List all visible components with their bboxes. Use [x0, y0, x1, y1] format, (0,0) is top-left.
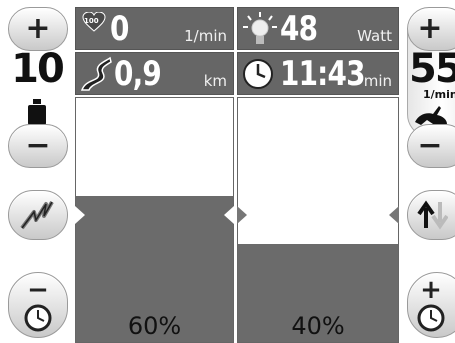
plus-icon: + [417, 11, 443, 46]
level-plus-button[interactable]: + [8, 7, 68, 51]
right-bar-marker-left [237, 206, 247, 224]
time-box: 11:43 min [237, 52, 399, 95]
power-box: 48 Watt [237, 7, 399, 50]
distance-value: 0,9 [114, 54, 162, 94]
heart-rate-unit: 1/min [184, 27, 227, 45]
right-bar-label: 40% [291, 312, 345, 340]
rabbit-icon [413, 102, 449, 126]
weight-icon [26, 99, 48, 127]
power-value: 48 [280, 9, 318, 49]
distance-box: 0,9 km [75, 52, 234, 95]
swap-arrows-icon [416, 200, 448, 230]
cadence-plus-button[interactable]: + [407, 7, 455, 51]
heart-badge: 100 [84, 17, 99, 25]
heart-rate-box: 100 0 1/min [75, 7, 234, 50]
left-bar-label: 60% [127, 312, 182, 340]
minus-icon: − [27, 275, 49, 305]
minus-icon: − [25, 128, 51, 163]
plus-icon: + [25, 11, 51, 46]
right-bar-marker-right [389, 206, 399, 224]
time-minus-button[interactable]: − [8, 272, 68, 338]
heart-rate-value: 0 [110, 9, 129, 49]
left-bar-marker-left [75, 206, 85, 224]
cadence-unit: 1/min [423, 88, 455, 101]
right-control-column: + 55 1/min − + [401, 0, 455, 343]
lightning-icon [20, 198, 56, 232]
minus-icon: − [417, 128, 443, 163]
program-mode-button[interactable] [8, 190, 68, 240]
lightbulb-icon [242, 11, 278, 47]
road-icon [80, 56, 112, 92]
clock-icon [242, 58, 274, 90]
clock-minus-icon [23, 303, 53, 333]
left-bar-gauge: 60% [75, 97, 234, 343]
cadence-minus-button[interactable]: − [407, 124, 455, 168]
plus-icon: + [420, 275, 442, 305]
cadence-value: 55 [409, 46, 455, 92]
level-minus-button[interactable]: − [8, 124, 68, 168]
direction-toggle-button[interactable] [407, 190, 455, 240]
distance-unit: km [203, 72, 227, 90]
right-bar-gauge: 40% [237, 97, 399, 343]
level-value: 10 [11, 46, 65, 92]
time-plus-button[interactable]: + [407, 272, 455, 338]
time-value: 11:43 [280, 54, 365, 94]
time-unit: min [363, 72, 392, 90]
power-unit: Watt [357, 27, 392, 45]
clock-plus-icon [416, 303, 446, 333]
left-control-column: + 10 − − [0, 0, 74, 343]
left-bar-marker-right [224, 206, 234, 224]
